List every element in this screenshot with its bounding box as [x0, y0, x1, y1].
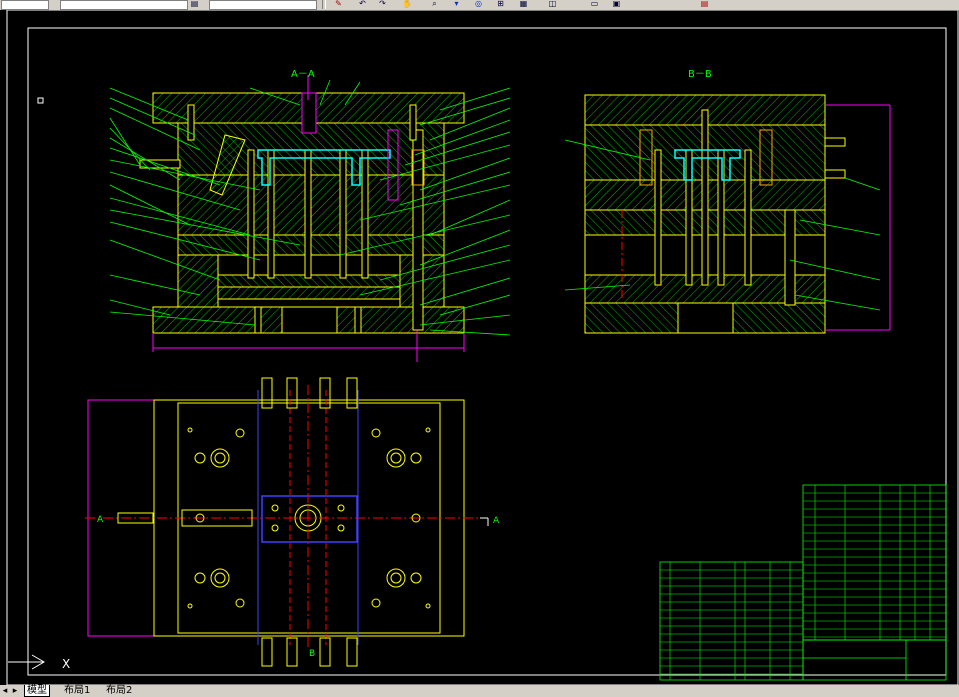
section-aa-view: A－A: [109, 69, 511, 362]
pan-icon[interactable]: ✋: [402, 0, 411, 8]
linetype-dropdown[interactable]: [60, 0, 188, 10]
section-bb-title: B－B: [688, 69, 712, 80]
plan-cut-label-left: A: [97, 515, 104, 525]
ucs-axis-label: X: [62, 657, 70, 671]
layer-properties-icon[interactable]: ▤: [190, 0, 199, 8]
section-aa-title: A－A: [291, 69, 315, 80]
plan-cut-label-right: A: [493, 516, 500, 526]
grip-marker[interactable]: [37, 97, 44, 104]
ucs-icon: X: [8, 654, 70, 671]
mold-assembly-drawing: A－A B－B A A B X: [6, 10, 959, 685]
layer-dropdown[interactable]: [1, 0, 49, 10]
calculator-icon[interactable]: ▤: [700, 0, 709, 8]
markup-icon[interactable]: ▣: [612, 0, 621, 8]
zoom-realtime-icon[interactable]: ⌕: [430, 0, 439, 8]
design-center-icon[interactable]: ▦: [519, 0, 528, 8]
toolbar-separator: [322, 0, 326, 9]
undo-icon[interactable]: ↶: [358, 0, 367, 8]
section-bb-view: B－B: [564, 69, 891, 334]
tab-prev-icon[interactable]: ◂: [0, 685, 10, 697]
title-block: [659, 484, 947, 681]
drawing-canvas[interactable]: A－A B－B A A B X: [0, 10, 959, 685]
plan-cut-label-bottom: B: [309, 649, 315, 659]
tab-model[interactable]: 模型: [24, 685, 50, 697]
tab-layout1[interactable]: 布局1: [62, 685, 92, 696]
match-properties-icon[interactable]: ✎: [334, 0, 343, 8]
properties-icon[interactable]: ⊞: [496, 0, 505, 8]
redo-icon[interactable]: ↷: [378, 0, 387, 8]
tab-next-icon[interactable]: ▸: [10, 685, 20, 697]
zoom-window-icon[interactable]: ▾: [452, 0, 461, 8]
tool-palettes-icon[interactable]: ◫: [548, 0, 557, 8]
zoom-previous-icon[interactable]: ◎: [474, 0, 483, 8]
sheet-set-icon[interactable]: ▭: [590, 0, 599, 8]
lineweight-dropdown[interactable]: [209, 0, 317, 10]
plan-view: A A B: [85, 377, 500, 667]
tab-layout2[interactable]: 布局2: [104, 685, 134, 696]
layout-tab-bar: ◂ ▸ 模型 布局1 布局2: [0, 685, 959, 697]
